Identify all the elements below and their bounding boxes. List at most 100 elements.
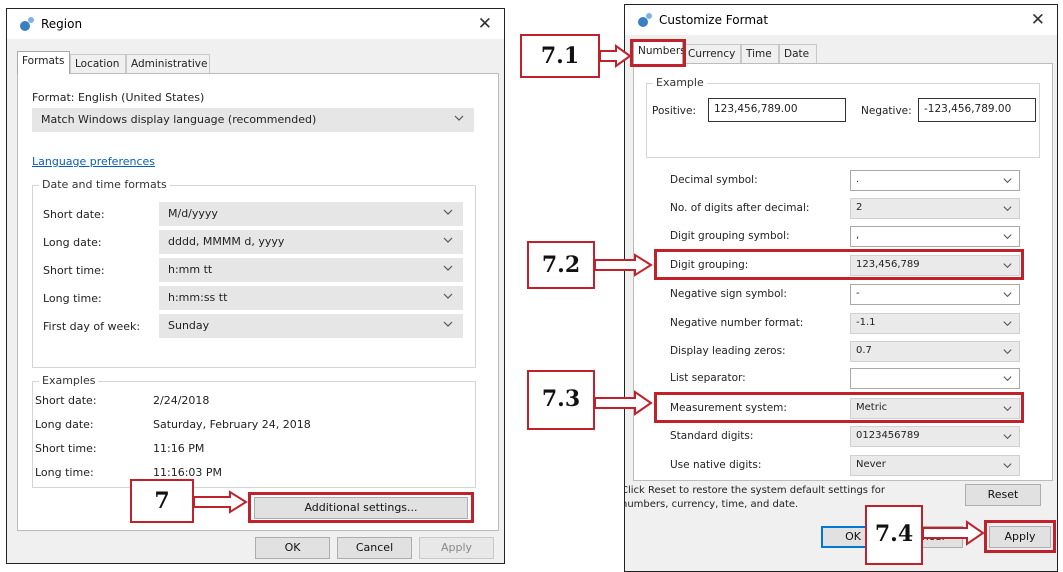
chevron-down-icon (443, 209, 453, 215)
highlight-measurement-system (654, 392, 1024, 423)
annotation-7-1: 7.1 (520, 34, 600, 78)
chevron-down-icon (1003, 321, 1012, 327)
positive-label: Positive: (652, 105, 697, 117)
date-time-formats-group: Date and time formats Short date: M/d/yy… (32, 178, 476, 368)
chevron-down-icon (1003, 434, 1012, 440)
format-select[interactable]: Match Windows display language (recommen… (32, 108, 474, 132)
numbers-panel: Example Positive: 123,456,789.00 Negativ… (633, 63, 1053, 481)
short-time-label: Short time: (43, 264, 105, 277)
negative-label: Negative: (861, 105, 912, 117)
long-date-label: Long date: (43, 236, 102, 249)
highlight-additional-settings (248, 492, 474, 523)
region-apply-button[interactable]: Apply (419, 537, 494, 559)
native-digits-label: Use native digits: (670, 459, 762, 471)
native-digits-select[interactable]: Never (850, 455, 1020, 476)
tab-location[interactable]: Location (70, 54, 126, 73)
long-time-select[interactable]: h:mm:ss tt (159, 286, 463, 310)
short-date-value: M/d/yyyy (168, 207, 218, 220)
formats-panel: Format: English (United States) Match Wi… (17, 73, 499, 531)
short-time-select[interactable]: h:mm tt (159, 258, 463, 282)
example-long-date-label: Long date: (35, 418, 94, 431)
digit-grouping-symbol-select[interactable]: , (850, 226, 1020, 247)
tab-time[interactable]: Time (741, 44, 779, 63)
chevron-down-icon (454, 115, 464, 121)
annotation-7: 7 (130, 479, 194, 523)
region-titlebar: Region ✕ (7, 9, 504, 39)
language-preferences-link[interactable]: Language preferences (32, 155, 155, 168)
region-cancel-button[interactable]: Cancel (337, 537, 412, 559)
example-long-time-value: 11:16:03 PM (153, 466, 223, 479)
annotation-arrow-icon (599, 44, 632, 68)
chevron-down-icon (1003, 178, 1012, 184)
region-window: Region ✕ Formats Location Administrative… (6, 8, 505, 564)
leading-zeros-value: 0.7 (856, 345, 872, 356)
digit-grouping-symbol-value: , (856, 230, 860, 241)
annotation-7-3: 7.3 (527, 370, 595, 430)
annotation-arrow-icon (922, 520, 985, 546)
customize-format-window: Customize Format ✕ Numbers Currency Time… (624, 4, 1058, 572)
chevron-down-icon (1003, 376, 1012, 382)
short-date-select[interactable]: M/d/yyyy (159, 202, 463, 226)
standard-digits-value: 0123456789 (856, 430, 920, 441)
long-date-value: dddd, MMMM d, yyyy (168, 235, 285, 248)
example-group: Example Positive: 123,456,789.00 Negativ… (646, 76, 1040, 158)
annotation-arrow-icon (594, 253, 653, 277)
decimal-symbol-label: Decimal symbol: (670, 174, 758, 186)
example-short-date-label: Short date: (35, 394, 97, 407)
chevron-down-icon (443, 265, 453, 271)
tab-administrative[interactable]: Administrative (126, 54, 210, 73)
first-day-select[interactable]: Sunday (159, 314, 463, 338)
customize-title: Customize Format (659, 13, 769, 27)
highlight-apply-button (984, 520, 1056, 553)
negative-number-format-label: Negative number format: (670, 317, 804, 329)
leading-zeros-select[interactable]: 0.7 (850, 341, 1020, 362)
long-time-label: Long time: (43, 292, 102, 305)
reset-button[interactable]: Reset (965, 484, 1041, 506)
decimal-symbol-select[interactable]: . (850, 170, 1020, 191)
digits-after-decimal-value: 2 (856, 202, 863, 213)
region-app-icon (20, 17, 34, 31)
digits-after-decimal-label: No. of digits after decimal: (670, 202, 810, 214)
first-day-label: First day of week: (43, 320, 141, 333)
decimal-symbol-value: . (856, 174, 860, 185)
positive-example: 123,456,789.00 (708, 98, 846, 122)
customize-app-icon (638, 13, 652, 27)
format-label: Format: English (United States) (32, 91, 205, 104)
region-close-icon[interactable]: ✕ (478, 14, 492, 34)
tab-date[interactable]: Date (779, 44, 817, 63)
chevron-down-icon (443, 293, 453, 299)
annotation-7-2: 7.2 (527, 241, 595, 289)
negative-sign-value: - (856, 288, 860, 299)
reset-note-line1: Click Reset to restore the system defaul… (624, 485, 885, 496)
customize-titlebar: Customize Format ✕ (625, 5, 1057, 35)
highlight-digit-grouping (654, 249, 1024, 280)
examples-group-label: Examples (39, 374, 99, 387)
chevron-down-icon (1003, 206, 1012, 212)
example-short-date-value: 2/24/2018 (153, 394, 210, 407)
long-date-select[interactable]: dddd, MMMM d, yyyy (159, 230, 463, 254)
native-digits-value: Never (856, 459, 886, 470)
tab-formats[interactable]: Formats (17, 51, 70, 74)
highlight-numbers-tab (630, 39, 686, 67)
annotation-7-4: 7.4 (865, 505, 923, 565)
negative-sign-select[interactable]: - (850, 284, 1020, 305)
region-ok-button[interactable]: OK (255, 537, 330, 559)
annotation-arrow-icon (594, 390, 653, 416)
negative-number-format-select[interactable]: -1.1 (850, 313, 1020, 334)
example-long-date-value: Saturday, February 24, 2018 (153, 418, 311, 431)
format-select-value: Match Windows display language (recommen… (41, 113, 317, 126)
chevron-down-icon (1003, 234, 1012, 240)
digits-after-decimal-select[interactable]: 2 (850, 198, 1020, 219)
list-separator-select[interactable] (850, 368, 1020, 389)
customize-close-icon[interactable]: ✕ (1031, 10, 1045, 30)
annotation-arrow-icon (193, 490, 248, 514)
standard-digits-select[interactable]: 0123456789 (850, 426, 1020, 447)
standard-digits-label: Standard digits: (670, 430, 754, 442)
chevron-down-icon (1003, 463, 1012, 469)
long-time-value: h:mm:ss tt (168, 291, 228, 304)
negative-sign-label: Negative sign symbol: (670, 288, 787, 300)
example-short-time-label: Short time: (35, 442, 97, 455)
list-separator-label: List separator: (670, 372, 746, 384)
tab-currency[interactable]: Currency (683, 44, 741, 63)
reset-note-line2: numbers, currency, time, and date. (624, 499, 799, 510)
